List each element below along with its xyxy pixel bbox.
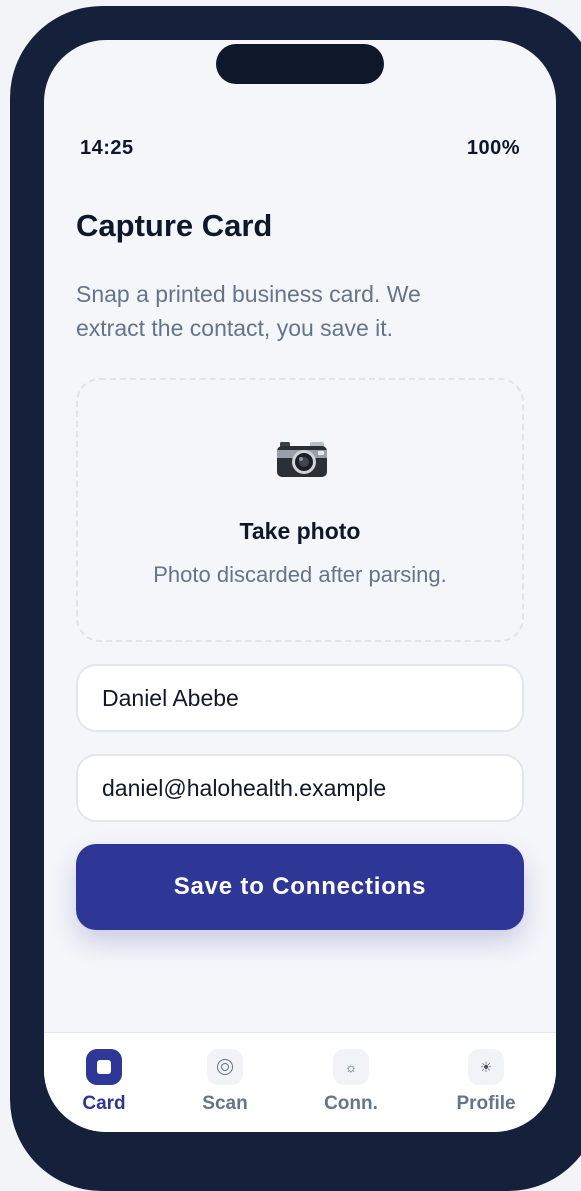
tab-connections[interactable]: ☼ Conn. xyxy=(306,1049,396,1115)
camera-icon xyxy=(277,442,327,477)
scan-icon xyxy=(207,1049,243,1085)
status-bar: 14:25 100% xyxy=(80,137,520,160)
phone-frame: 14:25 100% Capture Card Snap a printed b… xyxy=(10,6,581,1191)
tab-card[interactable]: Card xyxy=(59,1049,149,1115)
page-subtitle: Snap a printed business card. We extract… xyxy=(76,281,421,341)
save-to-connections-button[interactable]: Save to Connections xyxy=(76,844,524,930)
profile-icon: ☀ xyxy=(468,1049,504,1085)
tab-scan[interactable]: Scan xyxy=(180,1049,270,1115)
card-icon xyxy=(86,1049,122,1085)
take-photo-label: Take photo xyxy=(239,518,361,544)
app-screen: 14:25 100% Capture Card Snap a printed b… xyxy=(44,40,556,1132)
tab-profile[interactable]: ☀ Profile xyxy=(441,1049,531,1115)
tab-scan-label: Scan xyxy=(202,1093,248,1114)
dynamic-island xyxy=(216,44,384,84)
tab-connections-label: Conn. xyxy=(324,1093,378,1114)
status-time: 14:25 xyxy=(80,137,134,159)
name-field[interactable] xyxy=(76,664,524,732)
email-field[interactable] xyxy=(76,754,524,822)
tab-profile-label: Profile xyxy=(456,1093,516,1114)
connections-icon: ☼ xyxy=(333,1049,369,1085)
bottom-tab-bar: Card Scan ☼ Conn. ☀ Profile xyxy=(44,1032,556,1132)
battery-level: 100% xyxy=(466,137,520,159)
page-title: Capture Card xyxy=(76,208,273,243)
take-photo-area[interactable]: Take photo Photo discarded after parsing… xyxy=(76,378,524,642)
take-photo-hint: Photo discarded after parsing. xyxy=(153,562,447,587)
tab-card-label: Card xyxy=(82,1093,126,1114)
